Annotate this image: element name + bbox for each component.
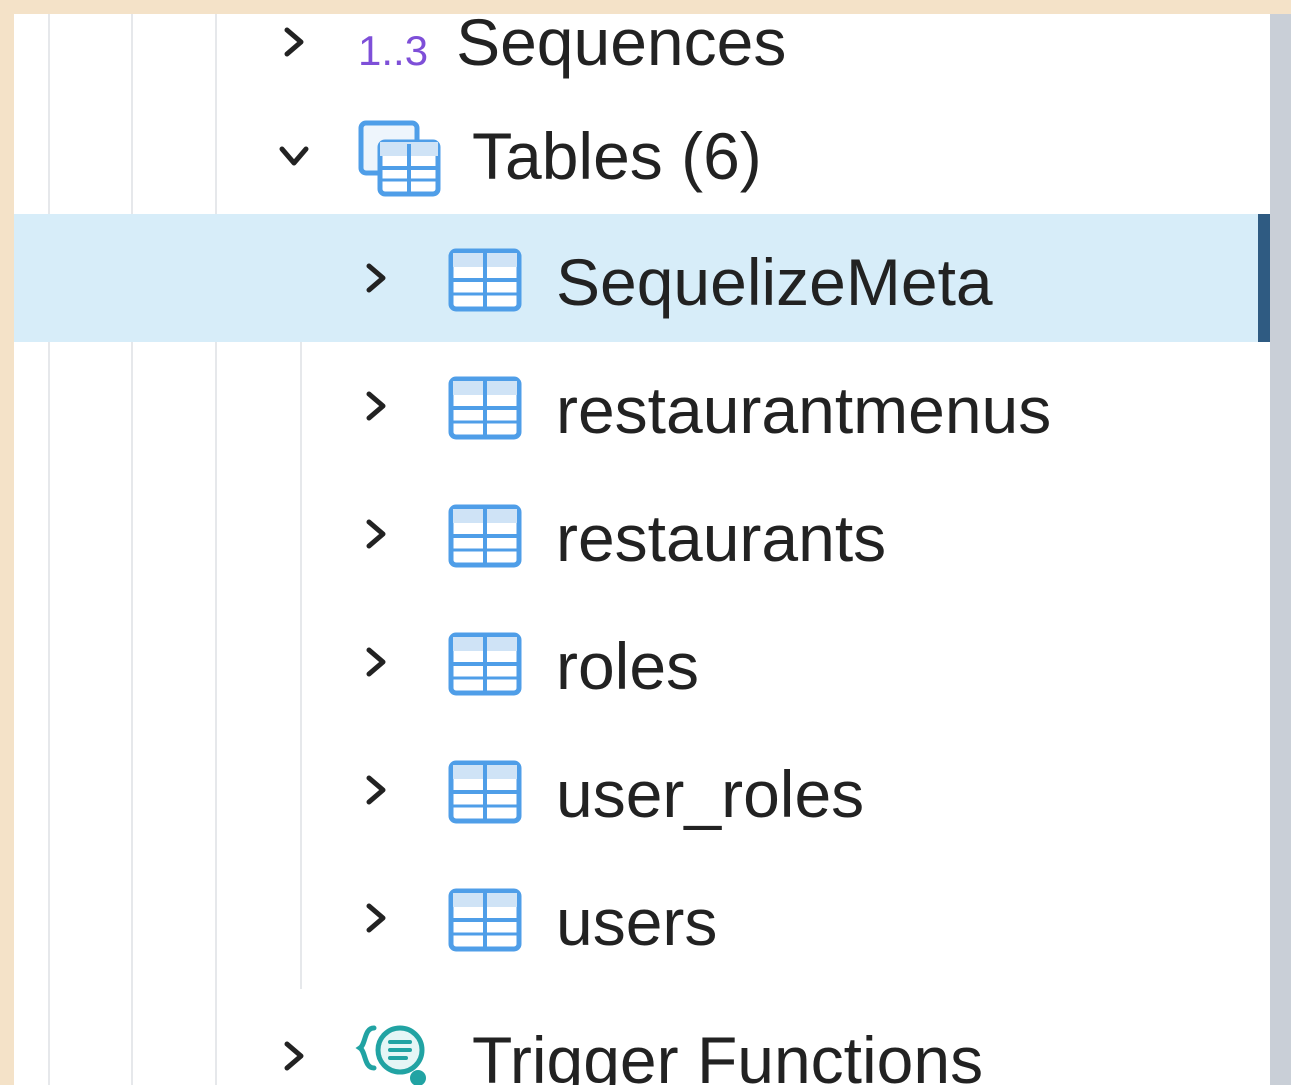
table-icon (448, 632, 522, 696)
table-name-label: restaurantmenus (556, 373, 1052, 447)
chevron-right-icon[interactable] (272, 1034, 316, 1078)
tree-node-table[interactable]: user_roles (14, 726, 1270, 854)
sequence-icon: 1..3 (358, 27, 429, 74)
tree-node-table[interactable]: roles (14, 598, 1270, 726)
tree-node-label: 1..3 Sequences (358, 14, 786, 91)
chevron-right-icon[interactable] (354, 512, 398, 556)
table-name-label: roles (556, 629, 700, 703)
sequences-label: Sequences (456, 14, 787, 79)
chevron-right-icon[interactable] (354, 896, 398, 940)
chevron-right-icon[interactable] (354, 640, 398, 684)
tree-node-trigger-functions[interactable]: Trigger Functions (14, 984, 1270, 1085)
table-icon (448, 888, 522, 952)
tables-group-icon (358, 120, 442, 198)
tree-node-table[interactable]: restaurantmenus (14, 342, 1270, 470)
table-icon (448, 248, 522, 312)
tree-node-table[interactable]: restaurants (14, 470, 1270, 598)
screenshot-frame: 1..3 Sequences Tables (6) SequelizeMeta … (0, 0, 1291, 1085)
chevron-right-icon[interactable] (354, 768, 398, 812)
table-icon (448, 376, 522, 440)
trigger-function-icon (354, 1014, 438, 1085)
table-name-label: user_roles (556, 757, 865, 831)
scrollbar-track[interactable] (1270, 14, 1291, 1085)
table-name-label: SequelizeMeta (556, 245, 993, 319)
chevron-right-icon[interactable] (354, 384, 398, 428)
chevron-right-icon[interactable] (272, 20, 316, 64)
object-tree: 1..3 Sequences Tables (6) SequelizeMeta … (14, 14, 1270, 1085)
tree-node-table[interactable]: users (14, 854, 1270, 982)
tree-node-tables[interactable]: Tables (6) (14, 92, 1270, 220)
tree-node-table[interactable]: SequelizeMeta (14, 214, 1270, 342)
table-name-label: users (556, 885, 718, 959)
chevron-down-icon[interactable] (272, 134, 316, 178)
chevron-right-icon[interactable] (354, 256, 398, 300)
table-name-label: restaurants (556, 501, 887, 575)
trigger-functions-label: Trigger Functions (472, 1023, 984, 1085)
selection-indicator (1258, 214, 1270, 342)
table-icon (448, 760, 522, 824)
table-icon (448, 504, 522, 568)
tables-label: Tables (6) (472, 119, 762, 193)
